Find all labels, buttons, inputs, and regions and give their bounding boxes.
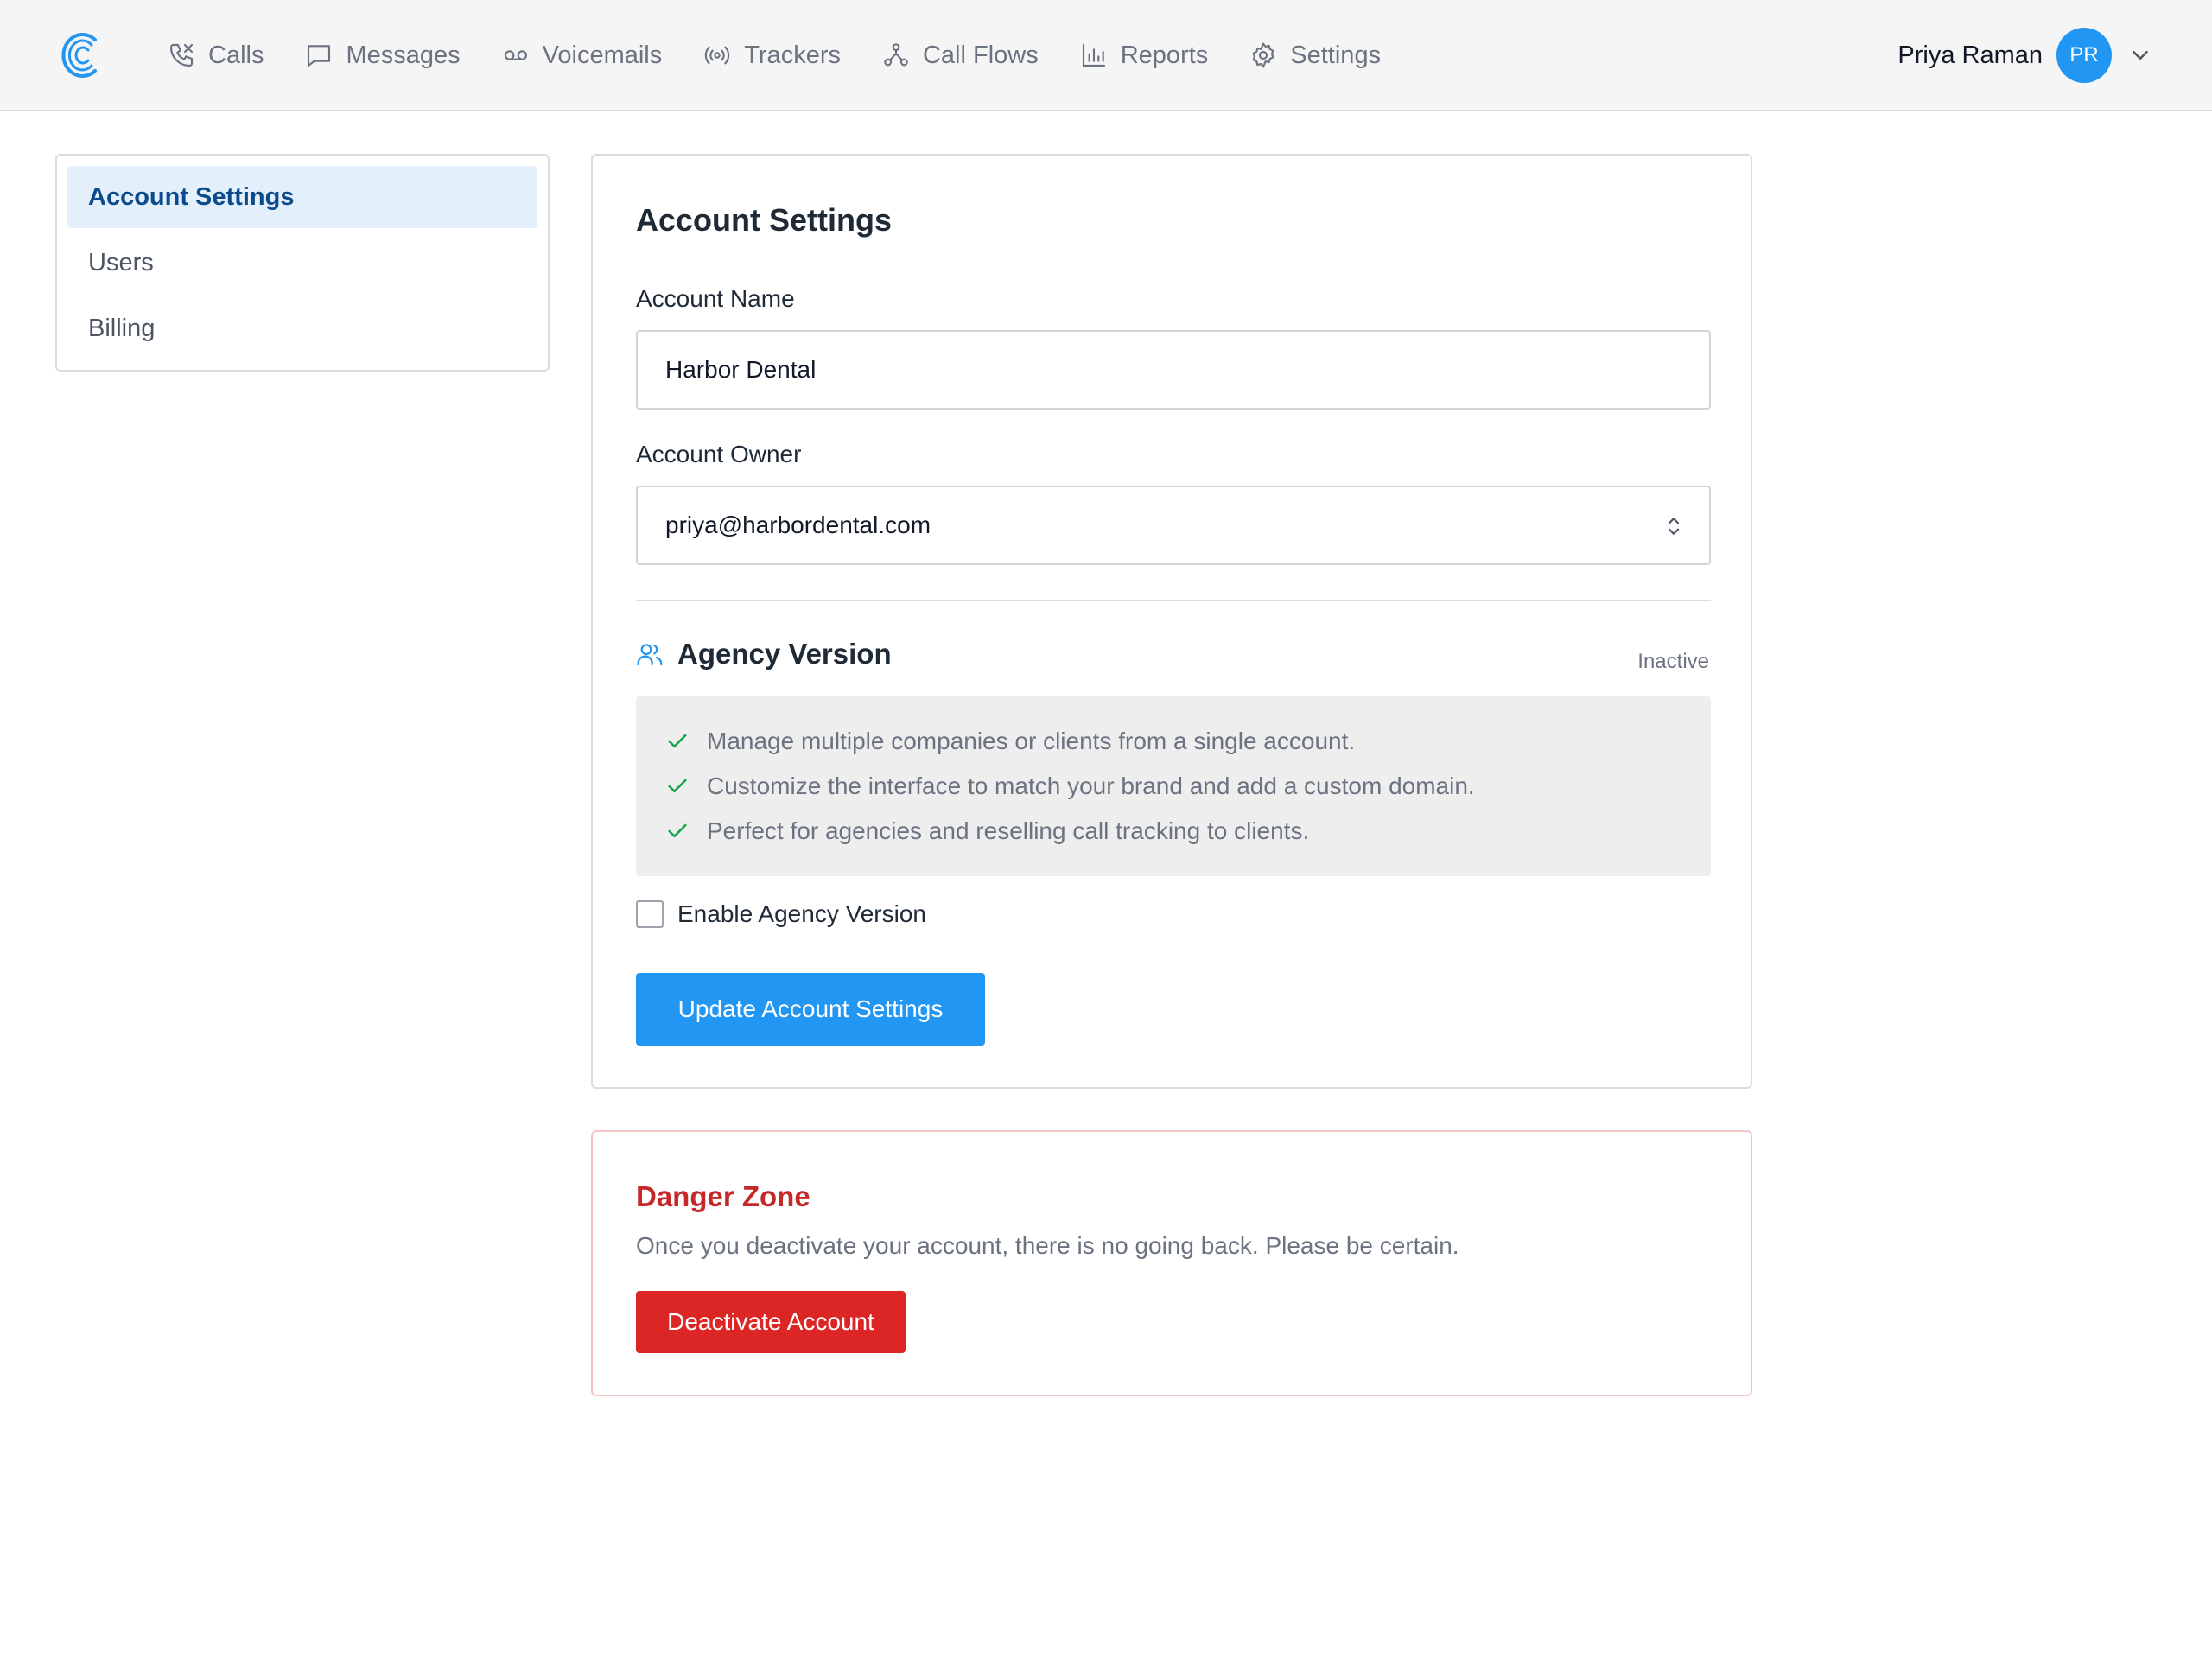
users-icon xyxy=(637,644,663,666)
check-icon xyxy=(668,823,687,838)
sidebar-item-users[interactable]: Users xyxy=(67,232,537,294)
update-account-settings-button[interactable]: Update Account Settings xyxy=(636,973,985,1046)
sidebar-item-account-settings[interactable]: Account Settings xyxy=(67,166,537,228)
nav-reports-label: Reports xyxy=(1120,41,1209,69)
call-flow-icon xyxy=(884,43,908,67)
nav-settings[interactable]: Settings xyxy=(1249,41,1381,70)
feature-text: Manage multiple companies or clients fro… xyxy=(707,728,1356,754)
status-badge: Inactive xyxy=(1637,650,1709,673)
feature-item: Manage multiple companies or clients fro… xyxy=(665,719,1681,764)
message-icon xyxy=(308,45,331,67)
account-settings-card: Account Settings Account Name Account Ow… xyxy=(591,154,1752,1089)
sidebar-item-billing[interactable]: Billing xyxy=(67,297,537,359)
feature-text: Perfect for agencies and reselling call … xyxy=(707,817,1310,844)
check-icon xyxy=(668,779,687,793)
settings-sidebar: Account Settings Users Billing xyxy=(55,154,550,372)
danger-zone-card: Danger Zone Once you deactivate your acc… xyxy=(591,1130,1752,1396)
nav-trackers-label: Trackers xyxy=(744,41,841,69)
account-owner-select[interactable]: priya@harbordental.com xyxy=(636,486,1711,565)
nav-reports[interactable]: Reports xyxy=(1080,41,1209,70)
user-menu[interactable]: Priya Raman PR xyxy=(1897,28,2153,83)
page-title: Account Settings xyxy=(636,202,893,238)
nav-call-flows-label: Call Flows xyxy=(922,41,1039,69)
phone-icon xyxy=(169,43,194,67)
avatar[interactable]: PR xyxy=(2056,28,2112,83)
account-owner-value: priya@harbordental.com xyxy=(665,512,931,538)
nav-voicemails[interactable]: Voicemails xyxy=(502,41,663,70)
nav-messages-label: Messages xyxy=(346,41,461,69)
danger-zone-text: Once you deactivate your account, there … xyxy=(636,1232,1459,1259)
select-arrows-icon xyxy=(1668,518,1680,535)
enable-agency-version-checkbox[interactable] xyxy=(636,900,664,928)
main-nav: Calls Messages Voicemails Trackers Call … xyxy=(168,0,1422,111)
account-owner-label: Account Owner xyxy=(636,441,802,467)
top-navigation-bar: Calls Messages Voicemails Trackers Call … xyxy=(0,0,2212,111)
bar-chart-icon xyxy=(1082,43,1105,67)
user-name: Priya Raman xyxy=(1897,41,2043,69)
agency-features-box: Manage multiple companies or clients fro… xyxy=(636,696,1711,876)
feature-text: Customize the interface to match your br… xyxy=(707,772,1475,799)
nav-calls[interactable]: Calls xyxy=(168,41,264,70)
tracker-icon xyxy=(705,46,730,65)
nav-settings-label: Settings xyxy=(1290,41,1382,69)
check-icon xyxy=(668,734,687,748)
nav-voicemails-label: Voicemails xyxy=(542,41,663,69)
danger-zone-title: Danger Zone xyxy=(636,1180,810,1212)
chevron-down-icon[interactable] xyxy=(2127,42,2153,68)
enable-agency-version-label[interactable]: Enable Agency Version xyxy=(677,900,926,928)
account-name-label: Account Name xyxy=(636,285,795,312)
account-name-input[interactable] xyxy=(636,330,1711,410)
agency-version-title: Agency Version xyxy=(677,638,892,670)
nav-call-flows[interactable]: Call Flows xyxy=(882,41,1039,70)
enable-agency-version-row[interactable]: Enable Agency Version xyxy=(636,900,926,928)
section-divider xyxy=(636,600,1711,601)
gear-icon xyxy=(1252,42,1274,68)
nav-messages[interactable]: Messages xyxy=(305,41,461,70)
nav-calls-label: Calls xyxy=(208,41,264,69)
voicemail-icon xyxy=(504,50,527,60)
feature-item: Perfect for agencies and reselling call … xyxy=(665,809,1681,854)
agency-version-header: Agency Version xyxy=(636,638,892,671)
brand-logo-icon[interactable] xyxy=(60,31,100,79)
nav-trackers[interactable]: Trackers xyxy=(703,41,841,70)
feature-item: Customize the interface to match your br… xyxy=(665,764,1681,809)
deactivate-account-button[interactable]: Deactivate Account xyxy=(636,1291,906,1353)
